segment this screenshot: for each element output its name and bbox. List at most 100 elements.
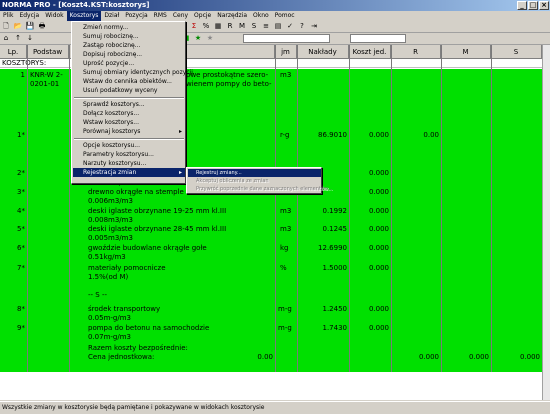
menu-item-opcje-kosztorysu[interactable]: Opcje kosztorysu... xyxy=(73,141,185,150)
col-header-lp[interactable]: Lp. xyxy=(0,45,27,59)
row-opis: środek transportowy xyxy=(88,305,161,313)
menu-ceny[interactable]: Ceny xyxy=(170,11,191,21)
row-lp: 1 xyxy=(20,71,25,79)
sum-icon[interactable]: Σ xyxy=(189,22,199,31)
row-koszt: 0.000 xyxy=(368,244,389,252)
col-header-s[interactable]: S xyxy=(491,45,542,59)
gray-star-icon[interactable]: ★ xyxy=(205,34,215,43)
kosztorys-menu: Zmień normy... Sumuj robociznę... Zastąp… xyxy=(71,21,193,184)
new-file-icon[interactable]: 🗋 xyxy=(1,22,11,31)
submenu-item-akceptuj[interactable]: Akceptuj obliczenia ze zmian xyxy=(188,177,321,185)
menu-item-zastap-robocizne[interactable]: Zastąp robociznę... xyxy=(73,41,185,50)
menu-kosztorys[interactable]: Kosztorys xyxy=(66,11,102,21)
s-icon[interactable]: S xyxy=(249,22,259,31)
summary-value: 0.00 xyxy=(257,353,273,361)
summary-s: 0.000 xyxy=(519,353,540,361)
menu-item-uprosc-pozycje[interactable]: Uprość pozycje... xyxy=(73,59,185,68)
menu-edycja[interactable]: Edycja xyxy=(16,11,42,21)
maximize-button[interactable]: □ xyxy=(528,1,538,10)
menu-dzial[interactable]: Dział xyxy=(101,11,122,21)
minimize-button[interactable]: _ xyxy=(517,1,527,10)
menu-pomoc[interactable]: Pomoc xyxy=(272,11,298,21)
menu-opcje[interactable]: Opcje xyxy=(191,11,214,21)
star-icon[interactable]: ★ xyxy=(193,34,203,43)
menu-item-label: Porównaj kosztorys xyxy=(83,128,141,135)
col-header-podstawa[interactable]: Podstaw xyxy=(27,45,69,59)
down-arrow-icon[interactable]: ↓ xyxy=(25,34,35,43)
list-icon[interactable]: ≡ xyxy=(261,22,271,31)
menu-item-dolacz-kosztorys[interactable]: Dołącz kosztorys... xyxy=(73,109,185,118)
row-naklady: 0.1245 xyxy=(322,225,348,233)
row-opis: deski iglaste obrzynane 28-45 mm kl.III xyxy=(88,225,227,233)
row-opis: pompa do betonu na samochodzie xyxy=(88,324,210,332)
row-koszt: 0.000 xyxy=(368,324,389,332)
exit-icon[interactable]: ⇥ xyxy=(309,22,319,31)
grid-icon[interactable]: ▦ xyxy=(213,22,223,31)
col-header-r[interactable]: R xyxy=(391,45,441,59)
m-icon[interactable]: M xyxy=(237,22,247,31)
percent-icon[interactable]: % xyxy=(201,22,211,31)
menu-pozycja[interactable]: Pozycja xyxy=(122,11,150,21)
row-opis-3: -- S -- xyxy=(88,291,107,299)
menu-item-parametry-kosztorysu[interactable]: Parametry kosztorysu... xyxy=(73,150,185,159)
menu-widok[interactable]: Widok xyxy=(42,11,66,21)
close-button[interactable]: × xyxy=(539,1,549,10)
submenu-arrow-icon: ▸ xyxy=(178,128,182,135)
open-icon[interactable]: 📂 xyxy=(13,22,23,31)
search-combo[interactable] xyxy=(350,34,406,43)
submenu-item-przywroc[interactable]: Przywróć poprzednie dane zaznaczonych el… xyxy=(188,185,332,193)
col-header-koszt[interactable]: Koszt jed. xyxy=(349,45,391,59)
menu-item-wstaw-do-cennika[interactable]: Wstaw do cennika obiektów... xyxy=(73,77,185,86)
menu-item-narzuty-kosztorysu[interactable]: Narzuty kosztorysu... xyxy=(73,159,185,168)
row-opis-2: 0.008m3/m3 xyxy=(88,216,133,224)
row-jm: kg xyxy=(280,244,289,252)
row-jm: m3 xyxy=(280,71,292,79)
menu-item-sumuj-robocizne[interactable]: Sumuj robociznę... xyxy=(73,32,185,41)
row-opis-2: 0.005m3/m3 xyxy=(88,234,133,242)
col-header-jm[interactable]: jm xyxy=(275,45,297,59)
menu-item-sumuj-obmiary[interactable]: Sumuj obmiary identycznych pozycji xyxy=(73,68,193,77)
summary-r: 0.000 xyxy=(418,353,439,361)
row-r: 0.00 xyxy=(423,131,439,139)
menu-plik[interactable]: Plik xyxy=(0,11,16,21)
menu-item-wstaw-kosztorys[interactable]: Wstaw kosztorys... xyxy=(73,118,185,127)
row-naklady: 1.5000 xyxy=(322,264,348,272)
menu-rms[interactable]: RMS xyxy=(151,11,170,21)
submenu-item-rejestruj-zmiany[interactable]: Rejestruj zmiany... xyxy=(188,169,321,177)
print-icon[interactable]: 🖶 xyxy=(37,22,47,31)
menu-item-porownaj-kosztorys[interactable]: Porównaj kosztorys ▸ xyxy=(73,127,185,136)
sheet-icon[interactable]: ▤ xyxy=(273,22,283,31)
menu-narzedzia[interactable]: Narzędzia xyxy=(214,11,250,21)
menu-item-dopisuj-robocizne[interactable]: Dopisuj robociznę... xyxy=(73,50,185,59)
menu-item-usun-podatkowy[interactable]: Usuń podatkowy wyceny xyxy=(73,86,185,95)
menu-item-label: Rejestracja zmian xyxy=(83,169,137,176)
filter-combo[interactable] xyxy=(243,34,330,43)
row-koszt: 0.000 xyxy=(368,169,389,177)
col-header-naklady[interactable]: Nakłady xyxy=(297,45,349,59)
row-lp: 1* xyxy=(17,131,25,139)
menu-item-rejestracja-zmian[interactable]: Rejestracja zmian ▸ xyxy=(73,168,185,177)
r-icon[interactable]: R xyxy=(225,22,235,31)
status-bar: Wszystkie zmiany w kosztorysie będą pami… xyxy=(0,401,550,413)
check-icon[interactable]: ✓ xyxy=(285,22,295,31)
row-podstawa: KNR-W 2- xyxy=(30,71,63,79)
menu-okno[interactable]: Okno xyxy=(250,11,272,21)
col-header-m[interactable]: M xyxy=(441,45,491,59)
vertical-scrollbar[interactable] xyxy=(542,45,550,400)
menu-item-zmien-normy[interactable]: Zmień normy... xyxy=(73,23,185,32)
home-icon[interactable]: ⌂ xyxy=(1,34,11,43)
row-naklady: 12.6990 xyxy=(318,244,347,252)
row-opis: pwe prostokątne szero- xyxy=(186,71,269,79)
summary-m: 0.000 xyxy=(468,353,489,361)
row-naklady: 1.2450 xyxy=(322,305,348,313)
row-jm: m-g xyxy=(278,324,292,332)
rejestracja-zmian-submenu: Rejestruj zmiany... Akceptuj obliczenia … xyxy=(186,167,332,194)
help-icon[interactable]: ? xyxy=(297,22,307,31)
row-koszt: 0.000 xyxy=(368,305,389,313)
menu-item-sprawdz-kosztorys[interactable]: Sprawdź kosztorys... xyxy=(73,100,185,109)
save-icon[interactable]: 💾 xyxy=(25,22,35,31)
row-lp: 2* xyxy=(17,169,25,177)
up-arrow-icon[interactable]: ↑ xyxy=(13,34,23,43)
row-naklady: 1.7430 xyxy=(322,324,348,332)
row-koszt: 0.000 xyxy=(368,188,389,196)
